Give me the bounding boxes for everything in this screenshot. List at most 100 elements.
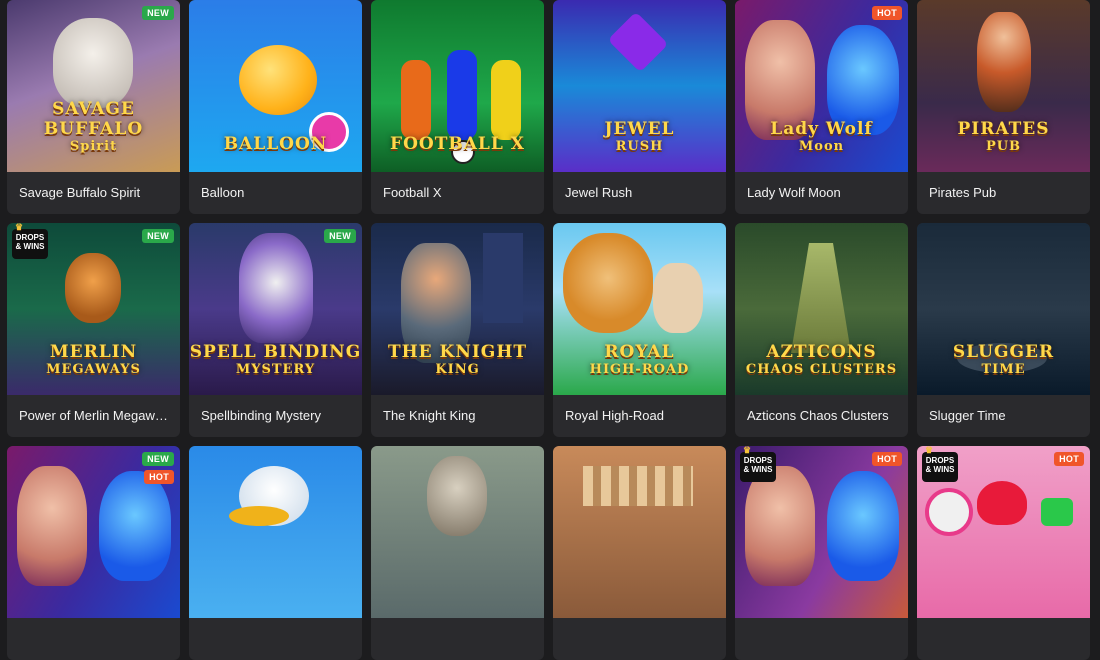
new-badge: NEW	[142, 229, 174, 243]
game-logo-line1: SPELL BINDING	[189, 342, 362, 362]
game-logo-line1: Lady Wolf	[770, 119, 873, 139]
game-title: Slugger Time	[929, 408, 1006, 423]
game-thumbnail[interactable]: NEW HOT	[7, 446, 180, 618]
hot-badge: HOT	[872, 452, 902, 466]
game-title: Lady Wolf Moon	[747, 185, 841, 200]
game-thumbnail[interactable]: SPELL BINDING MYSTERY NEW	[189, 223, 362, 395]
game-logo-line1: ROYAL	[604, 342, 675, 362]
game-tile[interactable]: ROYAL HIGH-ROAD Royal High-Road	[553, 223, 726, 437]
game-logo-line1: PIRATES	[957, 119, 1050, 139]
game-logo: BALLOON	[189, 134, 362, 154]
game-logo-line2: CHAOS CLUSTERS	[745, 362, 898, 377]
game-title	[189, 618, 362, 660]
game-tile[interactable]: SAVAGE BUFFALO Spirit NEW Savage Buffalo Sp…	[7, 0, 180, 214]
game-title: The Knight King	[383, 408, 476, 423]
game-logo-line2: Spirit	[69, 139, 118, 154]
game-logo-line2: MEGAWAYS	[46, 362, 141, 377]
game-title	[7, 618, 180, 660]
game-logo: SAVAGE BUFFALO Spirit	[7, 99, 180, 154]
game-logo: THE KNIGHT KING	[371, 342, 544, 377]
game-logo-line1: MERLIN	[49, 342, 138, 362]
drops-label: DROPS	[925, 456, 955, 465]
game-logo-line2: KING	[435, 362, 480, 377]
game-title: Royal High-Road	[565, 408, 664, 423]
game-tile[interactable]	[371, 446, 544, 660]
game-grid: SAVAGE BUFFALO Spirit NEW Savage Buffalo Sp…	[0, 0, 1100, 660]
game-tile[interactable]: Lady Wolf Moon HOT Lady Wolf Moon	[735, 0, 908, 214]
game-thumbnail[interactable]: AZTICONS CHAOS CLUSTERS	[735, 223, 908, 395]
game-thumbnail[interactable]: Lady Wolf Moon HOT	[735, 0, 908, 172]
game-logo-line2: HIGH-ROAD	[589, 362, 690, 377]
game-logo-line1: SAVAGE BUFFALO	[43, 99, 144, 139]
game-tile[interactable]: SLUGGER TIME Slugger Time	[917, 223, 1090, 437]
drops-and-wins-badge: ♛ DROPS & WINS	[12, 223, 48, 259]
game-tile[interactable]: AZTICONS CHAOS CLUSTERS Azticons Chaos Clu…	[735, 223, 908, 437]
game-tile[interactable]: FOOTBALL X Football X	[371, 0, 544, 214]
game-tile[interactable]: SPELL BINDING MYSTERY NEW Spellbinding Myst…	[189, 223, 362, 437]
game-logo: ROYAL HIGH-ROAD	[553, 342, 726, 377]
game-logo-line2: TIME	[981, 362, 1026, 377]
game-tile[interactable]: THE KNIGHT KING The Knight King	[371, 223, 544, 437]
crown-icon: ♛	[925, 446, 934, 455]
game-thumbnail[interactable]: SAVAGE BUFFALO Spirit NEW	[7, 0, 180, 172]
crown-icon: ♛	[743, 446, 752, 455]
game-title	[917, 618, 1090, 660]
new-badge: NEW	[324, 229, 356, 243]
game-logo-line1: THE KNIGHT	[387, 342, 528, 362]
game-thumbnail[interactable]	[371, 446, 544, 618]
game-tile[interactable]: JEWEL RUSH Jewel Rush	[553, 0, 726, 214]
game-title: Azticons Chaos Clusters	[747, 408, 889, 423]
game-thumbnail[interactable]: PIRATES PUB	[917, 0, 1090, 172]
game-thumbnail[interactable]: HOT ♛ DROPS & WINS	[735, 446, 908, 618]
game-title: Balloon	[201, 185, 245, 200]
game-tile[interactable]: PIRATES PUB Pirates Pub	[917, 0, 1090, 214]
game-title	[735, 618, 908, 660]
game-title: Jewel Rush	[565, 185, 633, 200]
game-thumbnail[interactable]: JEWEL RUSH	[553, 0, 726, 172]
game-thumbnail[interactable]: FOOTBALL X	[371, 0, 544, 172]
game-logo-line1: JEWEL	[604, 119, 675, 139]
game-logo-line1: AZTICONS	[766, 342, 877, 362]
game-tile[interactable]: NEW HOT	[7, 446, 180, 660]
wins-label: & WINS	[15, 242, 45, 251]
game-logo: SPELL BINDING MYSTERY	[189, 342, 362, 377]
game-logo-line2: RUSH	[615, 139, 664, 154]
game-tile[interactable]	[553, 446, 726, 660]
game-tile[interactable]: MERLIN MEGAWAYS NEW ♛ DROPS & WINS Power of Me…	[7, 223, 180, 437]
crown-icon: ♛	[15, 223, 24, 232]
game-thumbnail[interactable]: SLUGGER TIME	[917, 223, 1090, 395]
game-title: Savage Buffalo Spirit	[19, 185, 141, 200]
wins-label: & WINS	[925, 465, 955, 474]
game-thumbnail[interactable]: BALLOON	[189, 0, 362, 172]
new-badge: NEW	[142, 452, 174, 466]
game-logo: SLUGGER TIME	[917, 342, 1090, 377]
game-logo: PIRATES PUB	[917, 119, 1090, 154]
game-logo: MERLIN MEGAWAYS	[7, 342, 180, 377]
game-thumbnail[interactable]: HOT ♛ DROPS & WINS	[917, 446, 1090, 618]
hot-badge: HOT	[144, 470, 174, 484]
game-tile[interactable]: HOT ♛ DROPS & WINS	[735, 446, 908, 660]
game-logo-line2: PUB	[985, 139, 1022, 154]
game-logo: FOOTBALL X	[371, 134, 544, 154]
game-tile[interactable]	[189, 446, 362, 660]
drops-label: DROPS	[743, 456, 773, 465]
game-title: Pirates Pub	[929, 185, 997, 200]
game-tile[interactable]: HOT ♛ DROPS & WINS	[917, 446, 1090, 660]
game-title	[553, 618, 726, 660]
game-logo-line2: Moon	[798, 139, 845, 154]
game-thumbnail[interactable]: ROYAL HIGH-ROAD	[553, 223, 726, 395]
game-tile[interactable]: BALLOON Balloon	[189, 0, 362, 214]
game-logo-line1: BALLOON	[223, 134, 328, 154]
drops-and-wins-badge: ♛ DROPS & WINS	[922, 446, 958, 482]
hot-badge: HOT	[1054, 452, 1084, 466]
game-logo-line2: MYSTERY	[235, 362, 316, 377]
game-title	[371, 618, 544, 660]
game-thumbnail[interactable]: THE KNIGHT KING	[371, 223, 544, 395]
game-title: Power of Merlin Megawa...	[19, 408, 173, 423]
game-thumbnail[interactable]: MERLIN MEGAWAYS NEW ♛ DROPS & WINS	[7, 223, 180, 395]
wins-label: & WINS	[743, 465, 773, 474]
game-thumbnail[interactable]	[553, 446, 726, 618]
game-title: Football X	[383, 185, 442, 200]
new-badge: NEW	[142, 6, 174, 20]
game-thumbnail[interactable]	[189, 446, 362, 618]
